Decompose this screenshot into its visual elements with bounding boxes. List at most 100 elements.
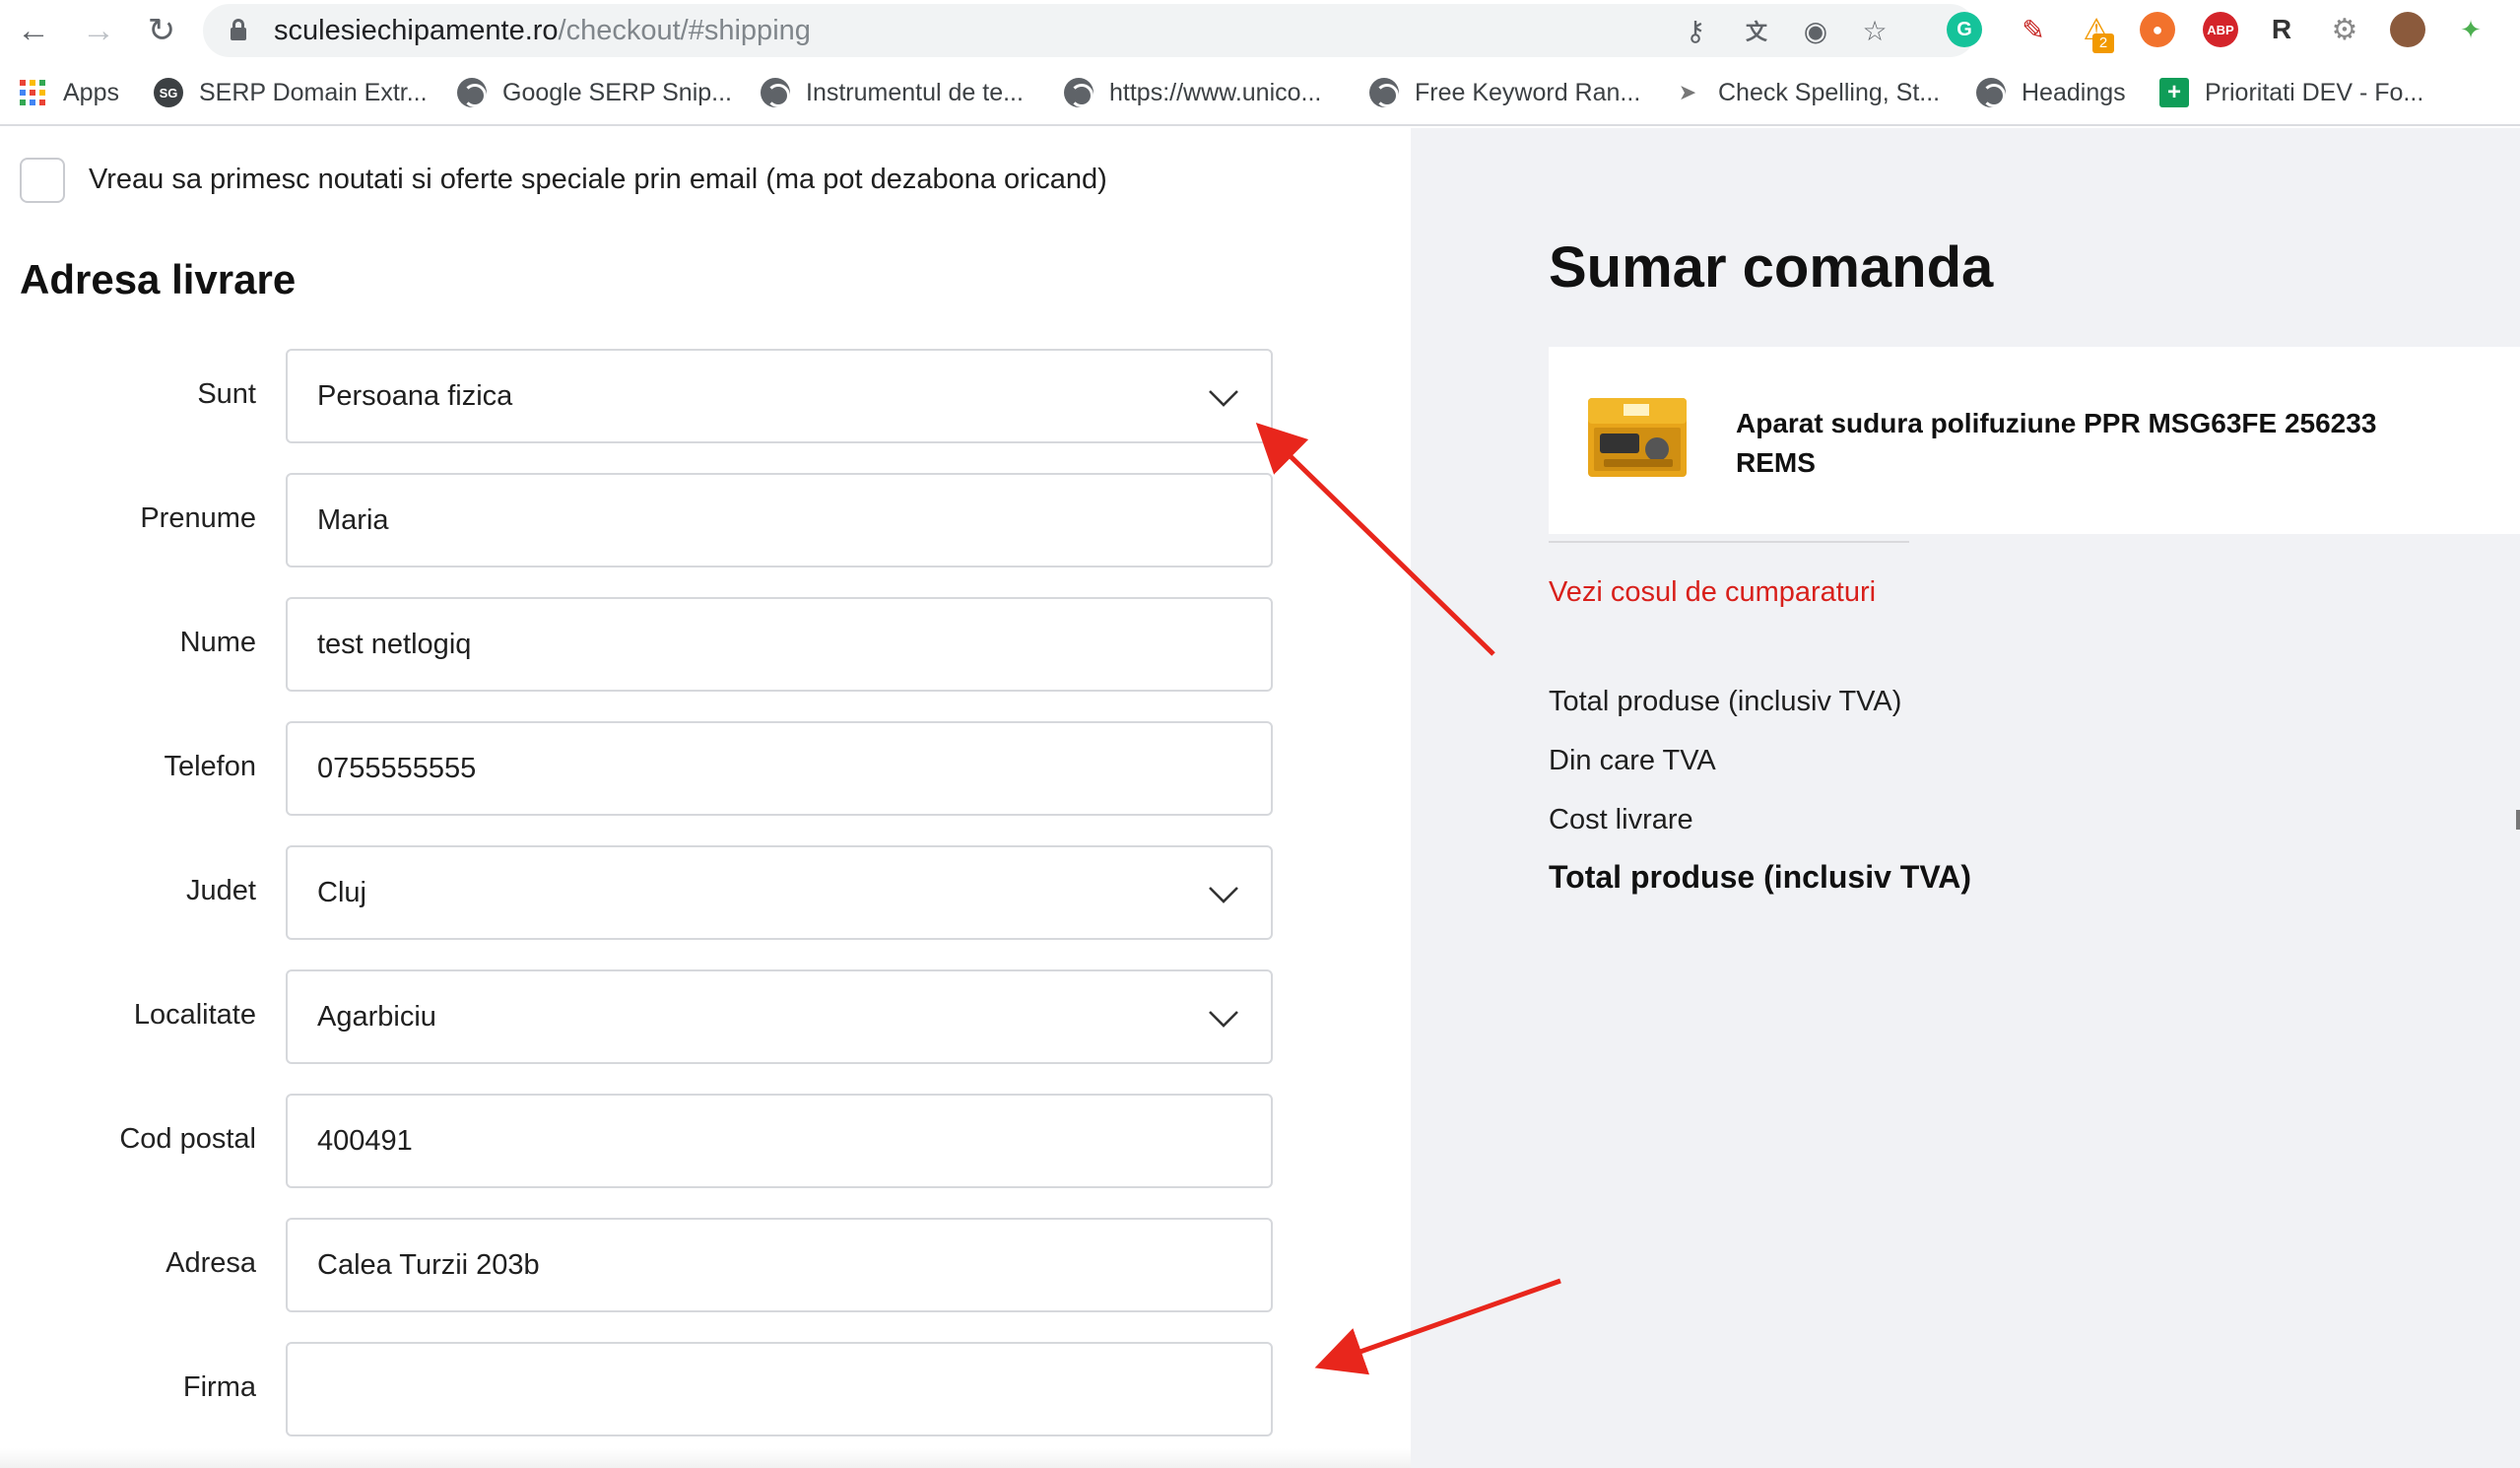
pin-icon: ➤	[1678, 80, 1697, 104]
globe-icon	[761, 78, 790, 107]
chevron-down-icon	[1209, 1011, 1238, 1028]
bookmark-serp-domain[interactable]: SG SERP Domain Extr...	[154, 73, 428, 112]
address-bar[interactable]: sculesiechipamente.ro/checkout/#shipping…	[203, 4, 1976, 57]
view-cart-link[interactable]: Vezi cosul de cumparaturi	[1549, 576, 1876, 609]
adresa-label: Adresa	[166, 1247, 256, 1279]
prenume-label: Prenume	[140, 502, 256, 534]
grand-total-label: Total produse (inclusiv TVA)	[1549, 859, 1972, 895]
order-summary-title: Sumar comanda	[1549, 235, 1994, 300]
product-name[interactable]: Aparat sudura polifuziune PPR MSG63FE 25…	[1736, 404, 2406, 483]
bookmark-google-serp[interactable]: Google SERP Snip...	[457, 73, 732, 112]
bookmark-label: Headings	[2022, 78, 2126, 106]
page-bottom-fade	[0, 1448, 1411, 1468]
apps-grid-icon	[20, 80, 45, 105]
nume-label: Nume	[179, 627, 256, 658]
r-extension-icon[interactable]: R	[2264, 12, 2299, 47]
cod-postal-label: Cod postal	[119, 1123, 256, 1155]
bookmark-label: Instrumentul de te...	[806, 78, 1024, 106]
row-sunt: Sunt Persoana fizica	[0, 349, 1281, 443]
globe-icon	[1976, 78, 2006, 107]
adblock-plus-icon[interactable]: ABP	[2203, 12, 2238, 47]
lock-icon[interactable]	[231, 19, 246, 40]
newsletter-label: Vreau sa primesc noutati si oferte speci…	[89, 164, 1107, 195]
address-input[interactable]: Calea Turzii 203b	[286, 1218, 1273, 1312]
county-value: Cluj	[317, 877, 366, 908]
bookmark-apps[interactable]: Apps	[20, 73, 119, 112]
row-nume: Nume test netlogiq	[0, 597, 1281, 692]
row-prenume: Prenume Maria	[0, 473, 1281, 567]
bookmark-label: Google SERP Snip...	[502, 78, 733, 106]
bookmark-label: Free Keyword Ran...	[1415, 78, 1641, 106]
bookmark-headings[interactable]: Headings	[1976, 73, 2126, 112]
globe-icon	[1369, 78, 1399, 107]
bookmark-label: Check Spelling, St...	[1718, 78, 1941, 106]
bookmark-label: Apps	[63, 78, 119, 106]
bookmark-prioritati[interactable]: + Prioritati DEV - Fo...	[2159, 73, 2423, 112]
row-adresa: Adresa Calea Turzii 203b	[0, 1218, 1281, 1312]
customer-type-select[interactable]: Persoana fizica	[286, 349, 1273, 443]
vat-label: Din care TVA	[1549, 745, 1716, 776]
newsletter-checkbox[interactable]	[20, 158, 65, 203]
forward-arrow-icon[interactable]: →	[75, 8, 122, 53]
url-host: sculesiechipamente.ro	[274, 15, 559, 46]
grammarly-icon[interactable]: G	[1947, 12, 1982, 47]
settings-gear-icon[interactable]: ⚙	[2327, 12, 2362, 47]
key-icon[interactable]: ⚷	[1679, 14, 1712, 47]
summary-divider	[1549, 541, 1909, 543]
reload-icon[interactable]: ↻	[138, 8, 185, 53]
sheets-icon: +	[2159, 78, 2189, 107]
warning-badge: 2	[2092, 33, 2114, 53]
county-select[interactable]: Cluj	[286, 845, 1273, 940]
row-telefon: Telefon 0755555555	[0, 721, 1281, 816]
total-products-label: Total produse (inclusiv TVA)	[1549, 686, 1902, 717]
bookmark-label: SERP Domain Extr...	[199, 78, 428, 106]
browser-toolbar: ← → ↻ sculesiechipamente.ro/checkout/#sh…	[0, 0, 2520, 61]
bookmark-check-spelling[interactable]: ➤ Check Spelling, St...	[1673, 73, 1940, 112]
globe-icon	[1064, 78, 1094, 107]
url-path: /checkout/#shipping	[558, 15, 811, 46]
avatar-extension-icon[interactable]	[2390, 12, 2425, 47]
chevron-down-icon	[1209, 390, 1238, 407]
row-localitate: Localitate Agarbiciu	[0, 969, 1281, 1064]
back-arrow-icon[interactable]: ←	[10, 8, 57, 53]
shipping-address-title: Adresa livrare	[20, 256, 297, 302]
chevron-down-icon	[1209, 887, 1238, 903]
locality-select[interactable]: Agarbiciu	[286, 969, 1273, 1064]
bookmark-unico[interactable]: https://www.unico...	[1064, 73, 1321, 112]
phone-input[interactable]: 0755555555	[286, 721, 1273, 816]
globe-icon	[457, 78, 487, 107]
row-cod-postal: Cod postal 400491	[0, 1094, 1281, 1188]
order-summary-pane: Sumar comanda Aparat sudura polifuziune …	[1411, 128, 2520, 1468]
customer-type-value: Persoana fizica	[317, 380, 513, 412]
star-icon[interactable]: ☆	[1858, 14, 1891, 47]
product-image[interactable]	[1584, 380, 1691, 499]
localitate-label: Localitate	[133, 999, 256, 1031]
sunt-label: Sunt	[197, 378, 256, 410]
bookmark-label: Prioritati DEV - Fo...	[2205, 78, 2424, 106]
postal-code-input[interactable]: 400491	[286, 1094, 1273, 1188]
clipped-value-edge	[2516, 810, 2520, 830]
bookmark-label: https://www.unico...	[1109, 78, 1322, 106]
bookmarks-bar: Apps SG SERP Domain Extr... Google SERP …	[0, 61, 2520, 126]
reddit-icon[interactable]: ●	[2140, 12, 2175, 47]
locality-value: Agarbiciu	[317, 1001, 436, 1033]
row-firma: Firma	[0, 1342, 1281, 1436]
telefon-label: Telefon	[164, 751, 256, 782]
shipping-form-pane: Vreau sa primesc noutati si oferte speci…	[0, 128, 1411, 1468]
shipping-cost-label: Cost livrare	[1549, 804, 1693, 835]
bookmark-instrumentul[interactable]: Instrumentul de te...	[761, 73, 1024, 112]
row-judet: Judet Cluj	[0, 845, 1281, 940]
product-card: Aparat sudura polifuziune PPR MSG63FE 25…	[1549, 347, 2520, 534]
url-text[interactable]: sculesiechipamente.ro/checkout/#shipping	[274, 16, 811, 45]
eyedropper-icon[interactable]: ✎	[2016, 12, 2051, 47]
bookmark-free-keyword[interactable]: Free Keyword Ran...	[1369, 73, 1640, 112]
translate-icon[interactable]: 文	[1740, 14, 1773, 47]
judet-label: Judet	[186, 875, 256, 906]
eye-off-icon[interactable]: ◉	[1799, 14, 1832, 47]
puzzle-icon[interactable]: ✦	[2453, 12, 2488, 47]
company-input[interactable]	[286, 1342, 1273, 1436]
last-name-input[interactable]: test netlogiq	[286, 597, 1273, 692]
sg-icon: SG	[154, 78, 183, 107]
first-name-input[interactable]: Maria	[286, 473, 1273, 567]
firma-label: Firma	[182, 1371, 256, 1403]
